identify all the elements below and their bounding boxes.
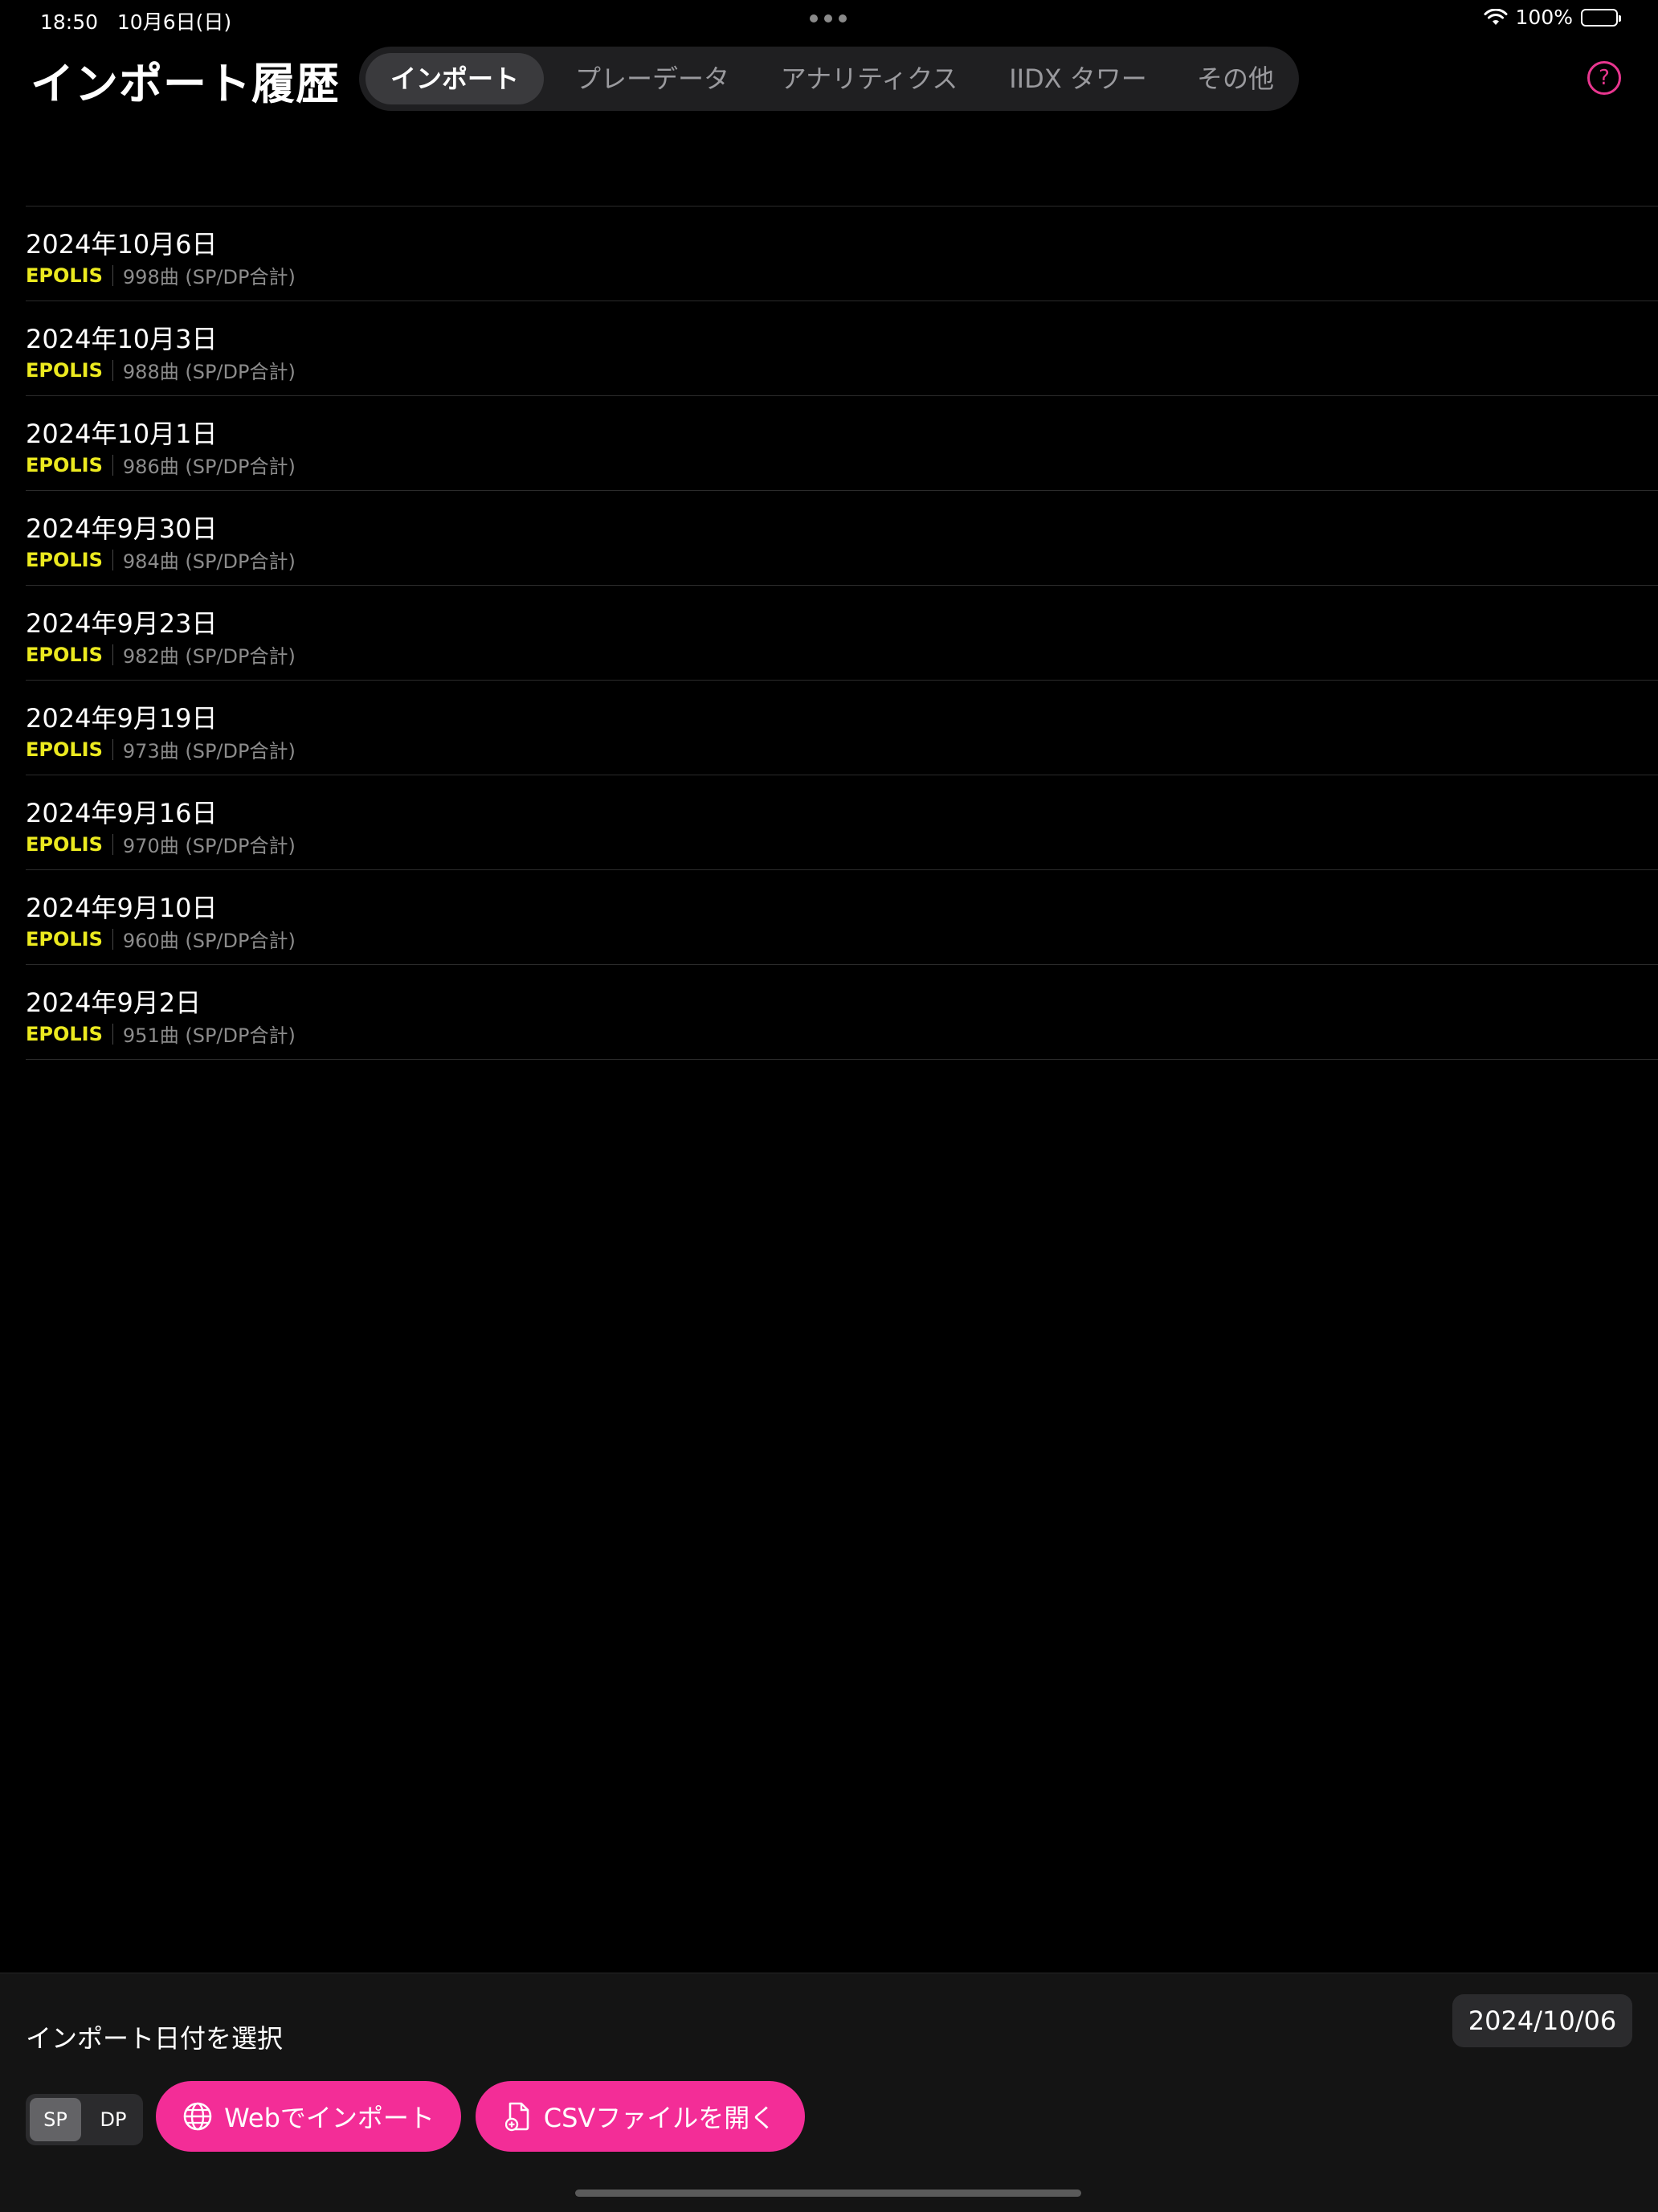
import-date: 2024年10月6日 [26,229,218,260]
status-time: 18:50 10月6日(日) [40,6,231,35]
divider [112,833,113,855]
play-mode-toggle: SP DP [26,2094,143,2145]
song-count: 984曲 (SP/DP合計) [122,550,296,573]
list-item[interactable]: 2024年10月1日 EPOLIS 986曲 (SP/DP合計) [26,396,1658,491]
import-meta: EPOLIS 986曲 (SP/DP合計) [26,451,296,479]
web-import-label: Webでインポート [224,2103,435,2133]
battery-icon [1581,8,1621,27]
import-history-list: 2024年10月6日 EPOLIS 998曲 (SP/DP合計) 2024年10… [26,206,1658,1060]
list-item[interactable]: 2024年9月10日 EPOLIS 960曲 (SP/DP合計) [26,870,1658,965]
version-label: EPOLIS [26,548,103,571]
version-label: EPOLIS [26,358,103,382]
tab-play-data[interactable]: プレーデータ [552,53,753,104]
help-icon[interactable]: ? [1587,61,1621,95]
status-clock: 18:50 [40,10,99,34]
import-meta: EPOLIS 973曲 (SP/DP合計) [26,735,296,763]
page-title: インポート履歴 [31,59,340,109]
song-count: 951曲 (SP/DP合計) [122,1024,296,1047]
import-date: 2024年10月3日 [26,324,218,354]
import-meta: EPOLIS 988曲 (SP/DP合計) [26,356,296,384]
version-label: EPOLIS [26,453,103,476]
dp-segment[interactable]: DP [88,2098,139,2141]
divider [112,549,113,570]
tab-other[interactable]: その他 [1178,53,1293,104]
import-meta: EPOLIS 998曲 (SP/DP合計) [26,261,296,289]
import-date: 2024年9月30日 [26,513,218,544]
song-count: 960曲 (SP/DP合計) [122,930,296,952]
import-date: 2024年9月23日 [26,608,218,639]
csv-open-button[interactable]: CSVファイルを開く [476,2081,805,2152]
tab-import[interactable]: インポート [365,53,544,104]
web-import-button[interactable]: Webでインポート [156,2081,461,2152]
document-add-icon [504,2102,529,2132]
version-label: EPOLIS [26,264,103,287]
version-label: EPOLIS [26,832,103,856]
date-picker[interactable]: 2024/10/06 [1452,1994,1632,2047]
import-meta: EPOLIS 960曲 (SP/DP合計) [26,925,296,953]
list-item[interactable]: 2024年9月23日 EPOLIS 982曲 (SP/DP合計) [26,586,1658,681]
list-item[interactable]: 2024年9月19日 EPOLIS 973曲 (SP/DP合計) [26,681,1658,775]
import-meta: EPOLIS 982曲 (SP/DP合計) [26,640,296,669]
tab-iidx-tower[interactable]: IIDX タワー [986,53,1170,104]
divider [112,738,113,760]
sp-segment[interactable]: SP [30,2098,81,2141]
battery-percent: 100% [1515,6,1573,29]
divider [112,928,113,950]
divider [112,359,113,381]
import-meta: EPOLIS 984曲 (SP/DP合計) [26,546,296,574]
song-count: 970曲 (SP/DP合計) [122,835,296,857]
version-label: EPOLIS [26,1022,103,1045]
song-count: 988曲 (SP/DP合計) [122,361,296,383]
song-count: 982曲 (SP/DP合計) [122,645,296,668]
tab-bar: インポート プレーデータ アナリティクス IIDX タワー その他 [359,47,1299,111]
version-label: EPOLIS [26,643,103,666]
import-date: 2024年9月16日 [26,798,218,828]
divider [112,1023,113,1045]
tab-analytics[interactable]: アナリティクス [761,53,978,104]
version-label: EPOLIS [26,927,103,951]
divider [112,264,113,286]
status-date: 10月6日(日) [116,10,232,34]
list-item[interactable]: 2024年10月6日 EPOLIS 998曲 (SP/DP合計) [26,206,1658,301]
import-meta: EPOLIS 970曲 (SP/DP合計) [26,830,296,858]
status-bar: 18:50 10月6日(日) 100% [0,0,1658,39]
date-select-label: インポート日付を選択 [26,2023,284,2054]
list-item[interactable]: 2024年9月16日 EPOLIS 970曲 (SP/DP合計) [26,775,1658,870]
csv-open-label: CSVファイルを開く [543,2103,776,2133]
song-count: 973曲 (SP/DP合計) [122,740,296,763]
import-meta: EPOLIS 951曲 (SP/DP合計) [26,1020,296,1048]
list-item[interactable]: 2024年9月2日 EPOLIS 951曲 (SP/DP合計) [26,965,1658,1060]
list-item[interactable]: 2024年10月3日 EPOLIS 988曲 (SP/DP合計) [26,301,1658,396]
version-label: EPOLIS [26,738,103,761]
list-item[interactable]: 2024年9月30日 EPOLIS 984曲 (SP/DP合計) [26,491,1658,586]
song-count: 998曲 (SP/DP合計) [122,266,296,288]
status-indicators: 100% [1484,6,1621,29]
divider [112,454,113,476]
import-date: 2024年9月2日 [26,987,202,1018]
divider [112,644,113,665]
song-count: 986曲 (SP/DP合計) [122,456,296,478]
globe-icon [183,2102,212,2131]
bottom-panel: インポート日付を選択 2024/10/06 SP DP Webでインポート CS… [0,1973,1658,2212]
import-date: 2024年9月10日 [26,893,218,923]
import-date: 2024年9月19日 [26,703,218,734]
wifi-icon [1484,8,1508,25]
home-indicator[interactable] [575,2190,1081,2197]
multitasking-dots-icon[interactable] [810,14,847,22]
import-date: 2024年10月1日 [26,419,218,449]
